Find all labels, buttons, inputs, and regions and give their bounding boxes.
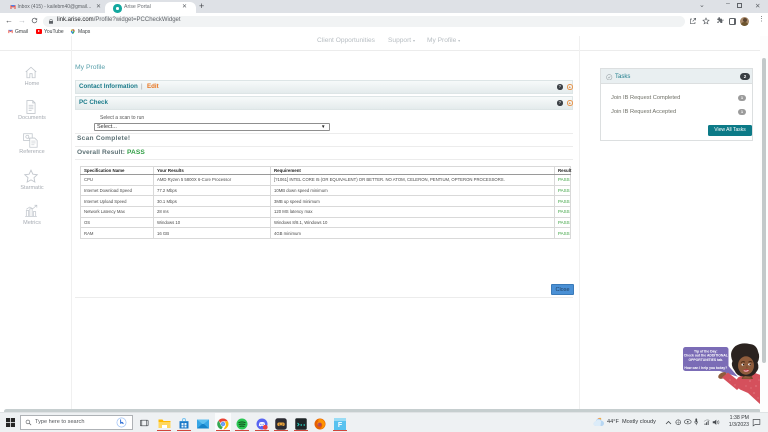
svg-text:F: F [338,422,343,429]
svg-text:OPPORTUNITIES tab.: OPPORTUNITIES tab. [688,358,723,362]
svg-text:How can I help you today?: How can I help you today? [684,366,727,370]
